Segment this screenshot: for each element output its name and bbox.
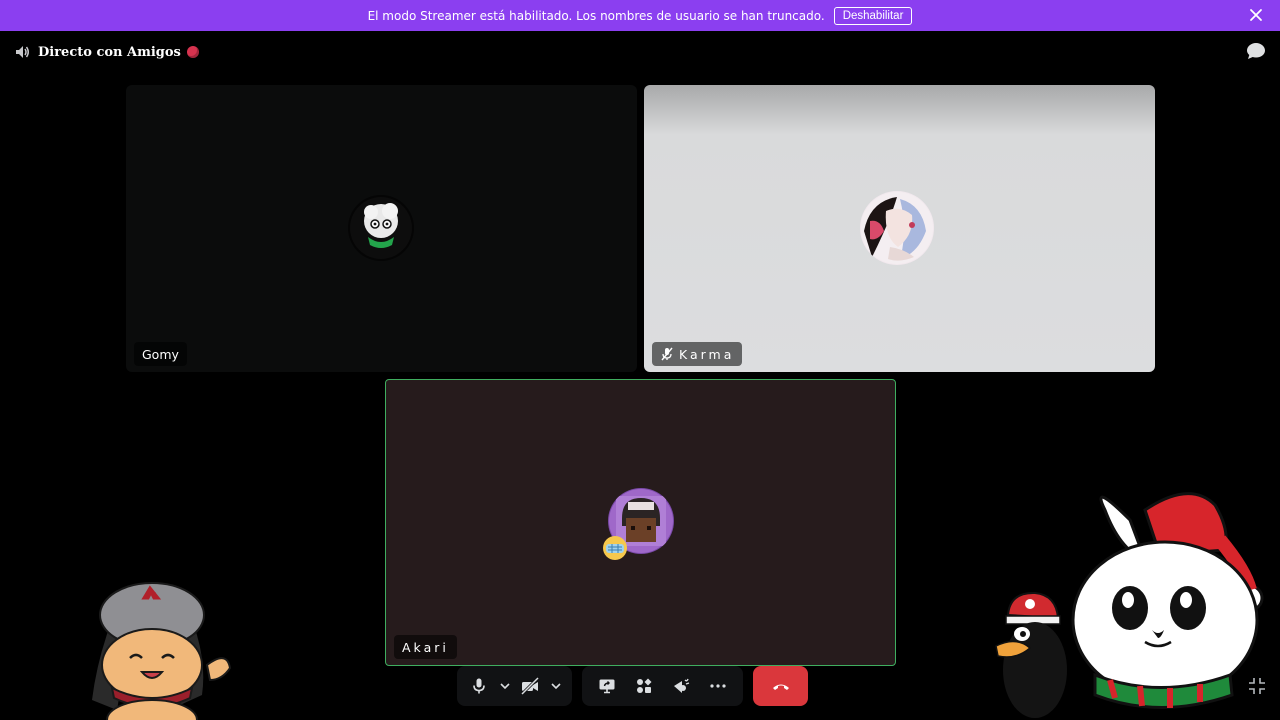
microphone-button[interactable] [466, 673, 492, 699]
banner-message: El modo Streamer está habilitado. Los no… [367, 8, 825, 23]
audio-video-controls [457, 666, 572, 706]
camera-off-icon [521, 677, 540, 695]
participant-name-tag: Gomy [134, 342, 187, 366]
participant-name-tag: Akari [394, 635, 457, 659]
live-indicator [186, 46, 199, 58]
disable-streamer-mode-button[interactable]: Deshabilitar [833, 6, 913, 25]
chevron-down-icon [551, 683, 561, 690]
speaker-icon [16, 46, 29, 58]
microphone-muted-icon [661, 347, 673, 361]
video-options-button[interactable] [549, 673, 563, 699]
activity-controls [582, 666, 743, 706]
participant-tile-akari[interactable]: Akari [385, 379, 896, 666]
rabbit-character-sticker [1071, 492, 1264, 709]
participant-name: Karma [679, 346, 735, 362]
avatar-karma [860, 191, 934, 265]
soundboard-button[interactable] [668, 673, 694, 699]
participant-tile-karma[interactable]: Karma [644, 85, 1155, 372]
cat-character-sticker [92, 582, 232, 720]
channel-header: Directo con Amigos [14, 42, 199, 62]
participant-name: Gomy [142, 346, 179, 362]
hang-up-icon [772, 684, 789, 690]
screen-share-button[interactable] [594, 673, 620, 699]
close-icon[interactable] [1248, 7, 1264, 23]
streamer-mode-banner: El modo Streamer está habilitado. Los no… [0, 0, 1280, 31]
chevron-down-icon [500, 683, 510, 690]
activities-button[interactable] [631, 673, 657, 699]
camera-button[interactable] [517, 673, 543, 699]
activities-icon [636, 678, 652, 693]
avatar-gomy [348, 195, 414, 261]
screen-share-icon [599, 679, 615, 694]
microphone-icon [473, 678, 485, 694]
emoji-icon [603, 536, 627, 560]
more-icon [710, 684, 726, 688]
soundboard-icon [674, 678, 690, 693]
channel-title: Directo con Amigos [38, 44, 181, 60]
participant-name-tag: Karma [652, 342, 743, 366]
disconnect-button[interactable] [753, 666, 808, 706]
more-options-button[interactable] [705, 673, 731, 699]
participant-tile-gomy[interactable]: Gomy [126, 85, 637, 372]
participant-name: Akari [402, 639, 449, 655]
audio-options-button[interactable] [498, 673, 512, 699]
chat-icon[interactable] [1246, 42, 1266, 60]
